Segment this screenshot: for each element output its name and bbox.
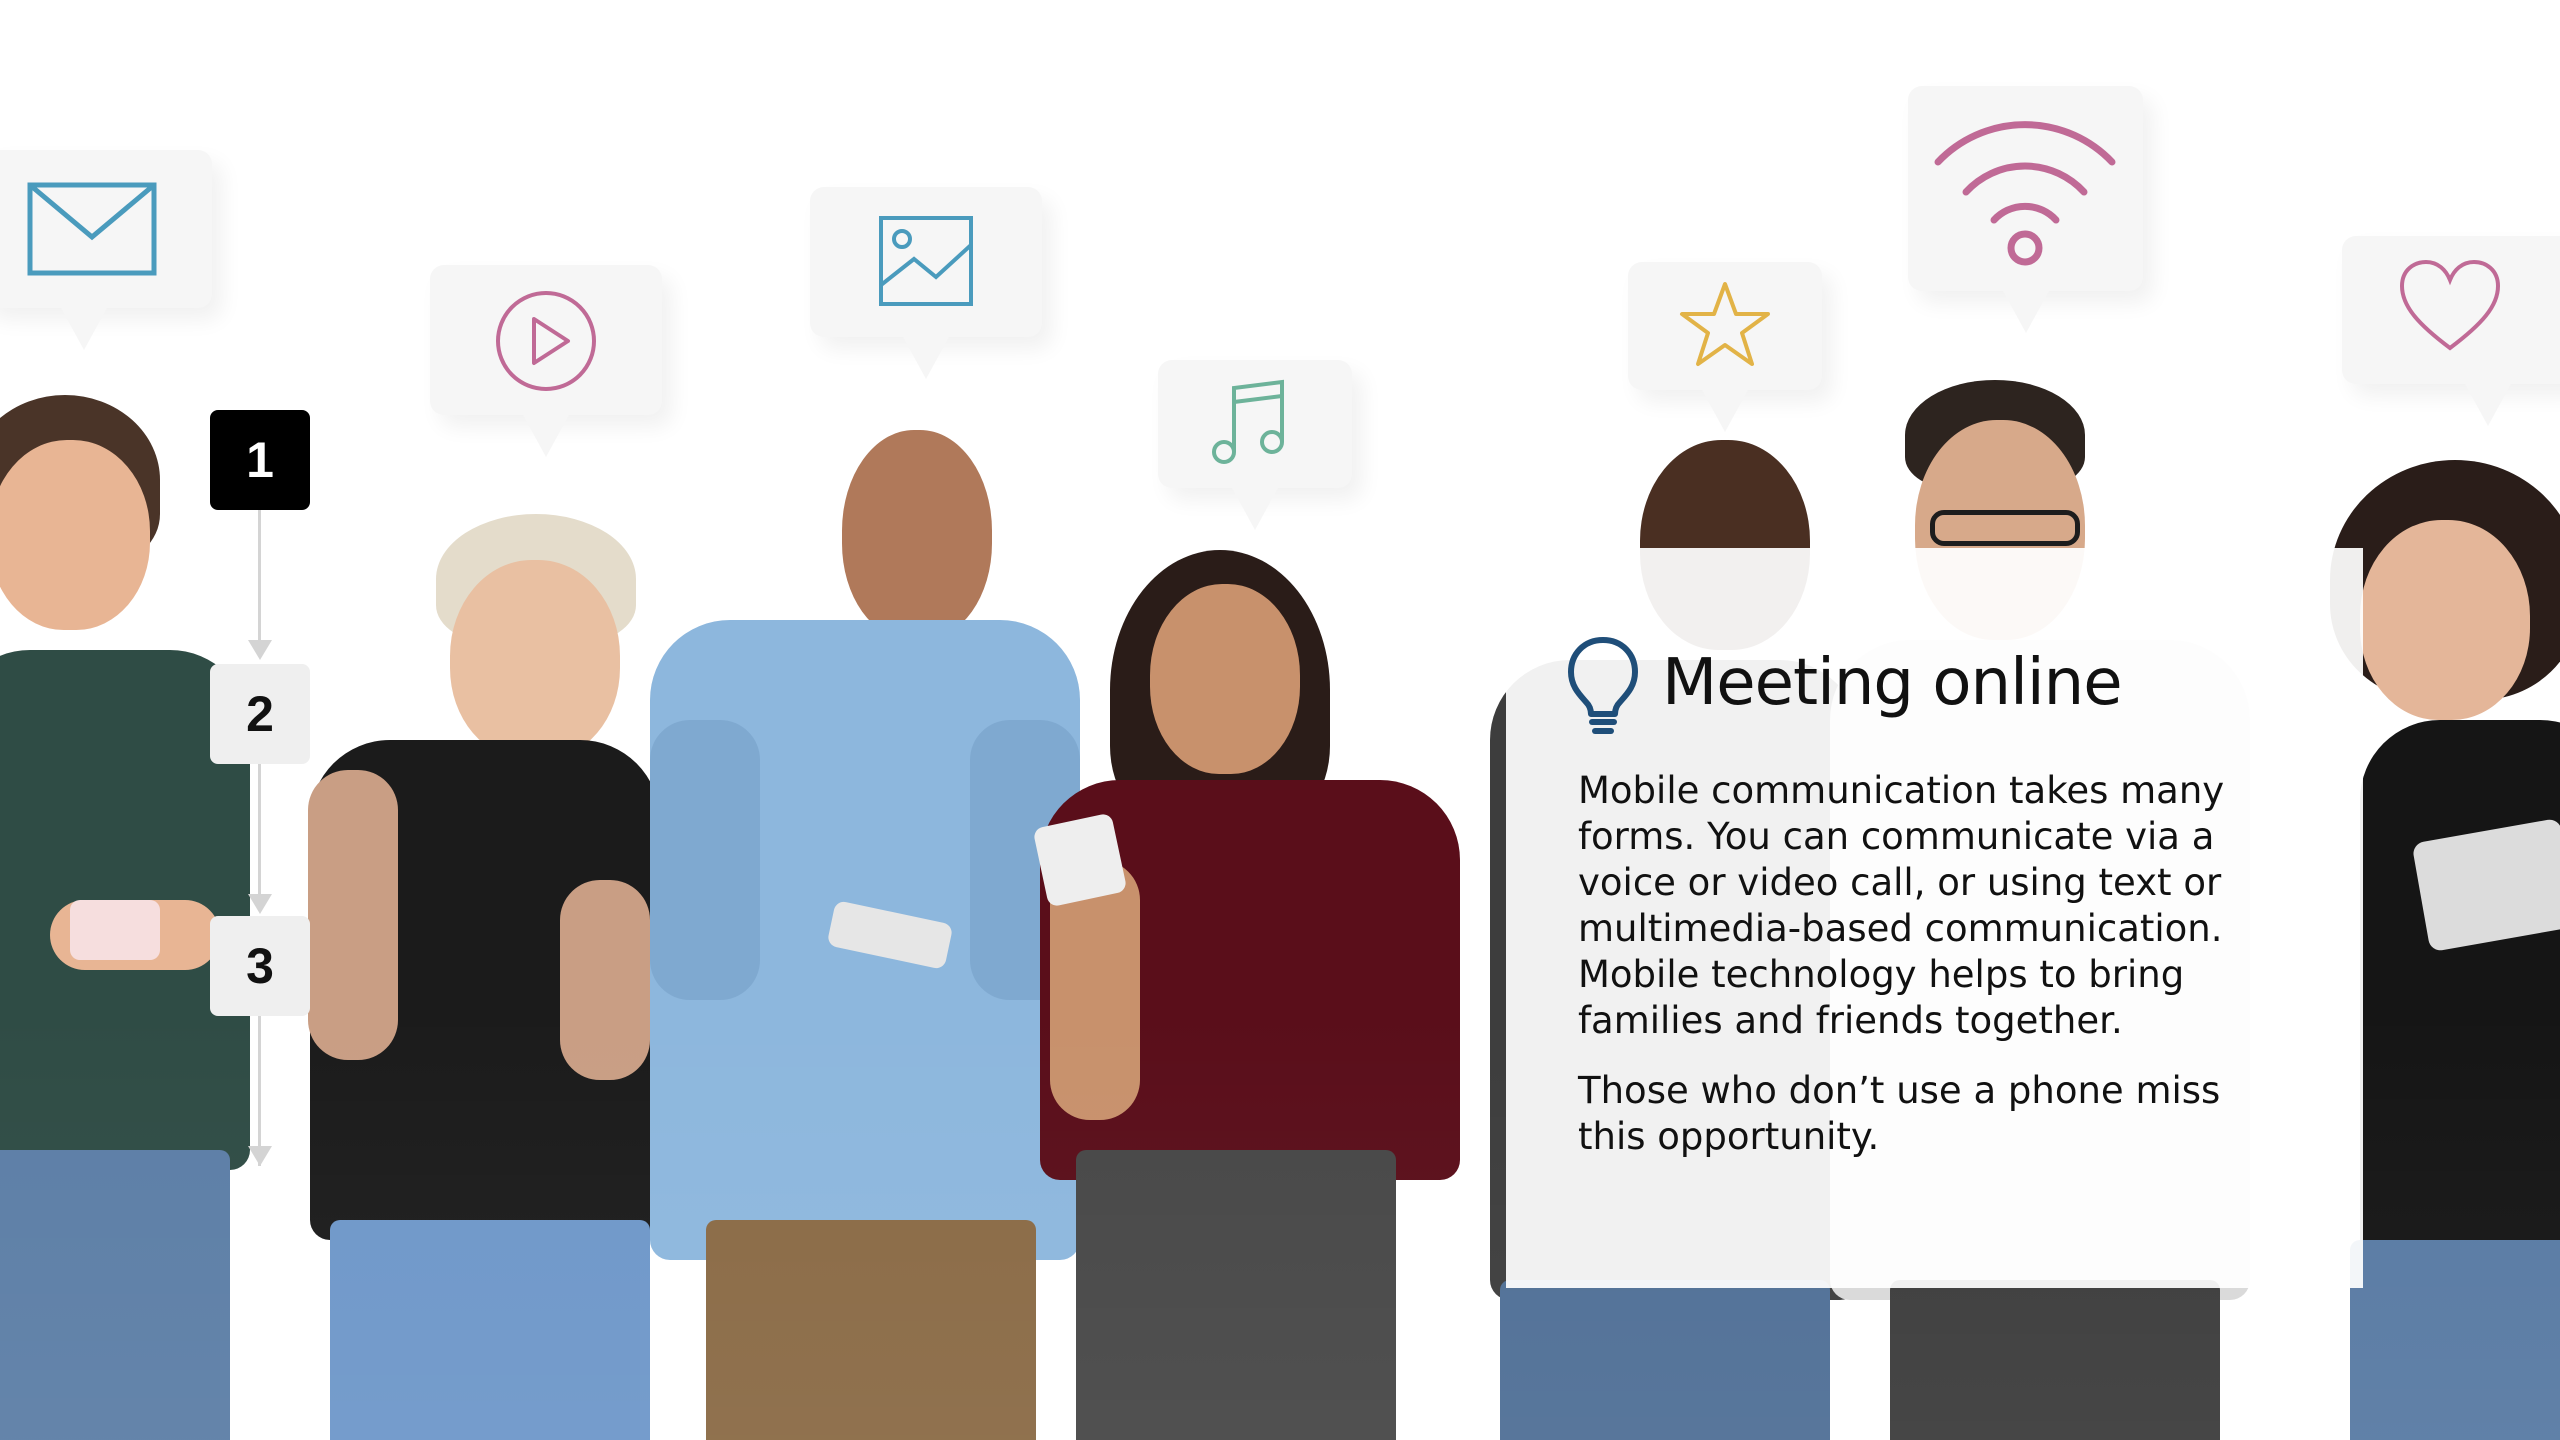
step-1-marker[interactable]: 1 — [210, 410, 310, 510]
slide-stage: 1 2 3 Meeting online Mobile communicatio… — [0, 0, 2560, 1440]
step-3-marker[interactable]: 3 — [210, 916, 310, 1016]
step-connector-1 — [258, 510, 261, 645]
step-arrow-1 — [248, 640, 272, 660]
lightbulb-icon — [1568, 637, 1638, 734]
step-arrow-2 — [248, 894, 272, 914]
panel-body: Mobile communication takes many forms. Y… — [1578, 768, 2238, 1184]
panel-paragraph-2: Those who don’t use a phone miss this op… — [1578, 1069, 2221, 1158]
step-connector-2 — [258, 764, 261, 899]
step-arrow-3 — [248, 1146, 272, 1166]
panel-title: Meeting online — [1662, 646, 2123, 720]
step-connector-3 — [258, 1016, 261, 1166]
panel-paragraph-1: Mobile communication takes many forms. Y… — [1578, 769, 2225, 1042]
step-2-marker[interactable]: 2 — [210, 664, 310, 764]
